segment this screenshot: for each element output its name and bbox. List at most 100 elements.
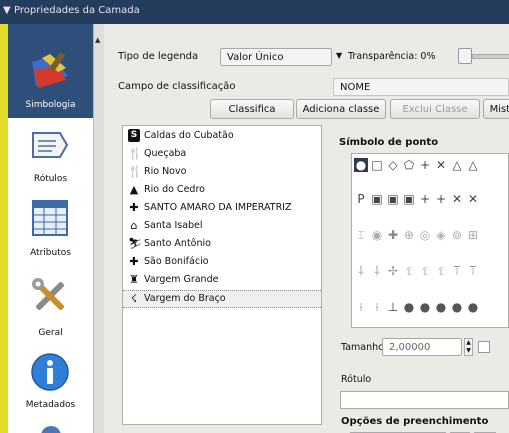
symbol-square[interactable]: □: [370, 158, 384, 172]
list-item[interactable]: ⌂ Santa Isabel: [123, 218, 321, 234]
legend-type-label: Tipo de legenda: [118, 51, 199, 62]
transparency-slider-handle[interactable]: [458, 48, 472, 64]
sidebar-item-atributos[interactable]: Atributos: [8, 194, 93, 260]
symbol-marker[interactable]: ⟊: [370, 300, 384, 314]
list-item[interactable]: 🍴 Queçaba: [123, 146, 321, 162]
classification-field-value: NOME: [340, 82, 371, 93]
delete-class-button[interactable]: Exclui Classe: [390, 99, 480, 119]
list-item[interactable]: ⛷ Santo Antônio: [123, 236, 321, 252]
symbol-grid[interactable]: ● □ ◇ ⬠ + ✕ △ △ P ▣ ▣ ▣ + + ✕ ✕ ⌶ ◉ ✚ ⊕: [351, 153, 509, 328]
house-icon: ⌂: [130, 219, 138, 232]
symbol-marker[interactable]: ⊚: [450, 228, 464, 242]
symbol-plus[interactable]: +: [418, 158, 432, 172]
sidebar-item-metadados[interactable]: Metadados: [8, 350, 93, 414]
hospital-cross-icon: ✚: [129, 255, 139, 268]
symbol-plus[interactable]: +: [434, 192, 448, 206]
sidebar-item-label: Geral: [38, 328, 63, 338]
classification-field-combo[interactable]: NOME: [333, 78, 509, 96]
collapse-chevron-icon[interactable]: ▼: [3, 5, 11, 16]
list-item[interactable]: ☇ Vargem do Braço: [123, 290, 321, 308]
symbol-marker[interactable]: ◎: [418, 228, 432, 242]
symbol-marker[interactable]: ⟊: [354, 300, 368, 314]
more-settings-icon: [41, 426, 61, 433]
legend-type-combo[interactable]: Valor Único: [220, 48, 332, 66]
symbol-diamond[interactable]: ◇: [386, 158, 400, 172]
symbol-marker[interactable]: ⟟: [402, 264, 416, 278]
symbol-plus[interactable]: +: [418, 192, 432, 206]
skier-icon: ⛷: [128, 237, 142, 250]
transparency-slider[interactable]: [458, 48, 509, 64]
sidebar-item-simbologia[interactable]: Simbologia: [8, 24, 93, 118]
size-value: 2,00000: [389, 342, 431, 353]
symbol-pentagon[interactable]: ⬠: [402, 158, 416, 172]
walker-icon: ☇: [130, 292, 138, 305]
list-item[interactable]: ♜ Vargem Grande: [123, 272, 321, 288]
symbol-marker[interactable]: ⊥: [386, 300, 400, 314]
transparency-slider-track[interactable]: [472, 54, 509, 59]
sidebar-item-rotulos[interactable]: Rótulos: [8, 124, 93, 186]
list-item[interactable]: ✚ São Bonifácio: [123, 254, 321, 270]
size-input[interactable]: 2,00000: [382, 338, 462, 356]
layer-properties-window: Simbologia Rótulos Atributos Geral Metad…: [8, 24, 509, 433]
symbol-box[interactable]: ▣: [386, 192, 400, 206]
symbol-marker[interactable]: ✢: [386, 264, 400, 278]
label-tag-icon: [32, 132, 69, 158]
symbol-marker[interactable]: ⟙: [466, 264, 480, 278]
symbol-marker[interactable]: ⊞: [466, 228, 480, 242]
legend-type-dropdown-icon[interactable]: ▼: [336, 51, 342, 60]
symbol-cross[interactable]: ✕: [466, 192, 480, 206]
symbol-cross[interactable]: ✕: [434, 158, 448, 172]
symbol-marker[interactable]: ●: [466, 300, 480, 314]
symbol-marker[interactable]: ◈: [434, 228, 448, 242]
scroll-up-icon[interactable]: ▲: [95, 36, 100, 44]
sidebar-item-label: Atributos: [30, 248, 71, 258]
sidebar-item-label: Metadados: [25, 400, 76, 410]
symbol-marker[interactable]: ⟙: [450, 264, 464, 278]
bold-s-icon: S: [128, 129, 140, 142]
label-input[interactable]: [340, 391, 509, 409]
symbol-marker[interactable]: ◉: [370, 228, 384, 242]
mountain-icon: ▲: [129, 183, 139, 196]
sidebar-item-label: Rótulos: [33, 174, 68, 184]
symbol-box[interactable]: ▣: [370, 192, 384, 206]
symbol-box[interactable]: ▣: [402, 192, 416, 206]
mix-button[interactable]: Mistu: [483, 99, 509, 119]
sidebar: Simbologia Rótulos Atributos Geral Metad…: [8, 24, 93, 433]
list-item[interactable]: ✚ SANTO AMARO DA IMPERATRIZ: [123, 200, 321, 216]
table-icon: [32, 200, 68, 236]
legend-type-value: Valor Único: [227, 52, 284, 63]
symbol-marker[interactable]: ⟟: [418, 264, 432, 278]
symbol-marker[interactable]: ●: [450, 300, 464, 314]
symbol-marker[interactable]: ⸸: [354, 264, 368, 278]
symbol-marker[interactable]: ●: [434, 300, 448, 314]
symbol-marker[interactable]: ⟟: [434, 264, 448, 278]
list-item[interactable]: S Caldas do Cubatão: [123, 128, 321, 144]
sidebar-item-label: Simbologia: [25, 100, 76, 110]
symbol-triangle[interactable]: △: [450, 158, 464, 172]
hospital-cross-icon: ✚: [129, 201, 139, 214]
class-list[interactable]: S Caldas do Cubatão 🍴 Queçaba 🍴 Rio Novo ▲ R…: [122, 125, 322, 425]
tools-icon: [32, 278, 65, 311]
symbology-brush-icon: [32, 52, 68, 88]
size-checkbox[interactable]: [478, 341, 490, 353]
symbol-circle[interactable]: ●: [354, 158, 368, 172]
dialog-title: Propriedades da Camada: [14, 5, 140, 16]
classify-button[interactable]: Classifica: [210, 99, 294, 119]
list-item[interactable]: ▲ Rio do Cedro: [123, 182, 321, 198]
add-class-button[interactable]: Adiciona classe: [296, 99, 386, 119]
label-title: Rótulo: [341, 374, 372, 385]
list-item[interactable]: 🍴 Rio Novo: [123, 164, 321, 180]
symbol-options-panel: Símbolo de ponto ● □ ◇ ⬠ + ✕ △ △ P ▣ ▣ ▣…: [330, 125, 509, 433]
symbol-cross[interactable]: ✕: [450, 192, 464, 206]
sidebar-item-geral[interactable]: Geral: [8, 270, 93, 340]
symbol-parking[interactable]: P: [354, 192, 368, 206]
dialog-titlebar[interactable]: ▼ Propriedades da Camada: [0, 0, 509, 24]
symbol-marker[interactable]: ●: [402, 300, 416, 314]
symbol-marker[interactable]: ⊕: [402, 228, 416, 242]
symbol-triangle[interactable]: △: [466, 158, 480, 172]
symbol-marker[interactable]: ⸸: [370, 264, 384, 278]
size-spinner[interactable]: ▲ ▼: [464, 338, 473, 356]
symbol-marker[interactable]: ⌶: [354, 228, 368, 242]
symbol-marker[interactable]: ●: [418, 300, 432, 314]
symbol-marker[interactable]: ✚: [386, 228, 400, 242]
